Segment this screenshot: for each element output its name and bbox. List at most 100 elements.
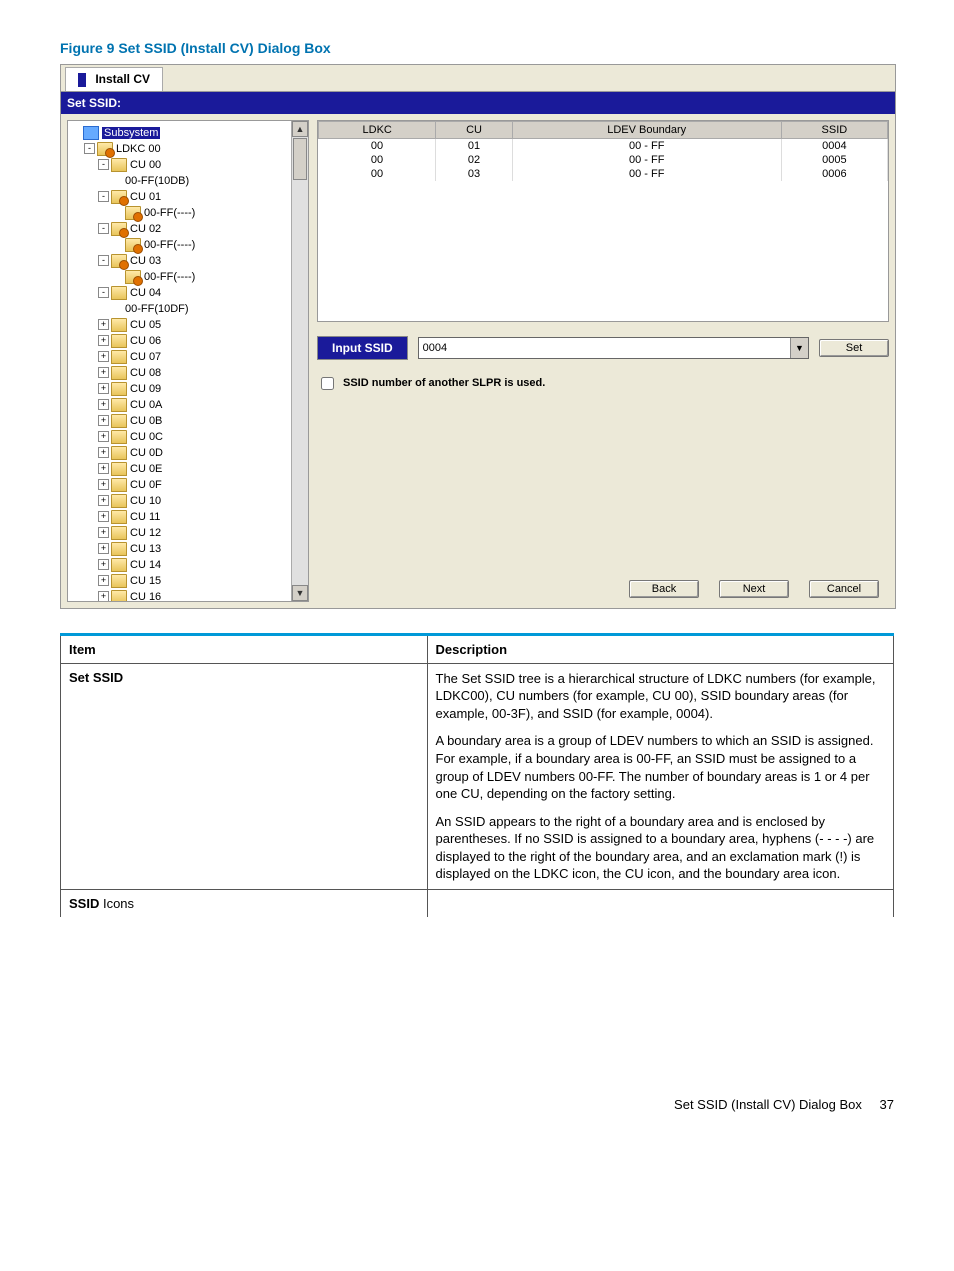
folder-icon (111, 558, 127, 572)
grid-header[interactable]: SSID (781, 121, 887, 138)
ssid-grid[interactable]: LDKCCULDEV BoundarySSID 000100 - FF00040… (317, 120, 889, 322)
grid-header[interactable]: CU (436, 121, 512, 138)
back-button[interactable]: Back (629, 580, 699, 598)
dialog-title-tab: Install CV (65, 67, 163, 91)
tree-item[interactable]: +CU 11 (70, 509, 306, 525)
grid-row[interactable]: 000300 - FF0006 (319, 167, 888, 181)
tree-item[interactable]: + CU 09 (70, 381, 306, 397)
tree-item[interactable]: + CU 15 (70, 573, 306, 589)
next-button[interactable]: Next (719, 580, 789, 598)
expand-icon[interactable]: + (98, 559, 109, 570)
tree-item[interactable]: 00-FF(----) (70, 237, 306, 253)
tree-item[interactable]: +CU 13 (70, 541, 306, 557)
tree-item[interactable]: 00-FF(10DF) (70, 301, 306, 317)
collapse-icon[interactable]: - (98, 223, 109, 234)
expand-icon[interactable]: + (98, 351, 109, 362)
collapse-icon[interactable]: - (98, 287, 109, 298)
expand-icon[interactable]: + (98, 543, 109, 554)
desc-description (427, 889, 893, 917)
expand-icon[interactable]: + (98, 479, 109, 490)
tree-item-label: CU 06 (130, 335, 161, 347)
expand-icon[interactable]: + (98, 383, 109, 394)
expand-icon[interactable]: + (98, 367, 109, 378)
tree-item[interactable]: -CU 00 (70, 157, 306, 173)
footer-text: Set SSID (Install CV) Dialog Box (674, 1097, 862, 1112)
tree-scrollbar[interactable]: ▲ ▼ (291, 121, 308, 601)
tree-item-label: 00-FF(10DF) (125, 303, 189, 315)
ssid-combobox[interactable]: ▼ (418, 337, 809, 359)
desc-item: Set SSID (61, 663, 428, 889)
expand-icon[interactable]: + (98, 431, 109, 442)
expand-icon[interactable]: + (98, 495, 109, 506)
tree-item[interactable]: +CU 0F (70, 477, 306, 493)
tree-item[interactable]: + CU 06 (70, 333, 306, 349)
collapse-icon[interactable]: - (98, 191, 109, 202)
grid-header[interactable]: LDEV Boundary (512, 121, 781, 138)
ssid-input[interactable] (419, 338, 790, 358)
scroll-up-icon[interactable]: ▲ (292, 121, 308, 137)
collapse-icon[interactable]: - (84, 143, 95, 154)
tree-item[interactable]: Subsystem (70, 125, 306, 141)
cancel-button[interactable]: Cancel (809, 580, 879, 598)
tree-item[interactable]: + CU 0A (70, 397, 306, 413)
tree-item-label: CU 0A (130, 399, 162, 411)
footer-page: 37 (880, 1097, 894, 1112)
tree-item[interactable]: 00-FF(----) (70, 205, 306, 221)
tree-item-label: CU 15 (130, 575, 161, 587)
collapse-icon[interactable]: - (98, 255, 109, 266)
tree-item[interactable]: -CU 01 (70, 189, 306, 205)
tree-item[interactable]: -CU 02 (70, 221, 306, 237)
tree-item[interactable]: - LDKC 00 (70, 141, 306, 157)
expand-icon[interactable]: + (98, 463, 109, 474)
ssid-tree[interactable]: Subsystem-LDKC 00-CU 0000-FF(10DB)-CU 01… (67, 120, 309, 602)
tree-item[interactable]: - CU 03 (70, 253, 306, 269)
tree-item[interactable]: +CU 05 (70, 317, 306, 333)
chevron-down-icon[interactable]: ▼ (790, 338, 808, 358)
tree-item-label: Subsystem (102, 127, 160, 139)
expand-icon[interactable]: + (98, 447, 109, 458)
tree-item[interactable]: +CU 0B (70, 413, 306, 429)
tree-item-label: LDKC 00 (116, 143, 161, 155)
folder-icon (111, 350, 127, 364)
scroll-thumb[interactable] (293, 138, 307, 180)
scroll-down-icon[interactable]: ▼ (292, 585, 308, 601)
expand-icon[interactable]: + (98, 511, 109, 522)
folder-icon (125, 270, 141, 284)
expand-icon[interactable]: + (98, 319, 109, 330)
folder-icon (111, 542, 127, 556)
expand-icon[interactable]: + (98, 575, 109, 586)
tree-item[interactable]: +CU 07 (70, 349, 306, 365)
desc-header-item: Item (61, 634, 428, 663)
tree-item-label: CU 03 (130, 255, 161, 267)
figure-caption: Figure 9 Set SSID (Install CV) Dialog Bo… (60, 40, 894, 56)
grid-header[interactable]: LDKC (319, 121, 436, 138)
tree-item[interactable]: +CU 10 (70, 493, 306, 509)
grid-cell: 00 (319, 138, 436, 153)
tree-item[interactable]: +CU 16 (70, 589, 306, 601)
grid-row[interactable]: 000200 - FF0005 (319, 153, 888, 167)
tree-item[interactable]: +CU 14 (70, 557, 306, 573)
tree-item[interactable]: +CU 0E (70, 461, 306, 477)
tree-item[interactable]: +CU 0D (70, 445, 306, 461)
expand-icon[interactable]: + (98, 399, 109, 410)
folder-icon (111, 462, 127, 476)
tree-item-label: CU 09 (130, 383, 161, 395)
tree-item[interactable]: -CU 04 (70, 285, 306, 301)
tree-item[interactable]: +CU 08 (70, 365, 306, 381)
grid-cell: 00 (319, 153, 436, 167)
expand-icon[interactable]: + (98, 591, 109, 601)
grid-cell: 0005 (781, 153, 887, 167)
tree-item[interactable]: +CU 12 (70, 525, 306, 541)
expand-icon[interactable]: + (98, 335, 109, 346)
expand-icon[interactable]: + (98, 527, 109, 538)
expand-icon[interactable]: + (98, 415, 109, 426)
set-button[interactable]: Set (819, 339, 889, 357)
tree-item[interactable]: + CU 0C (70, 429, 306, 445)
collapse-icon[interactable]: - (98, 159, 109, 170)
tree-item[interactable]: 00-FF(10DB) (70, 173, 306, 189)
grid-row[interactable]: 000100 - FF0004 (319, 138, 888, 153)
another-slpr-checkbox[interactable] (321, 377, 334, 390)
tree-item[interactable]: 00-FF(----) (70, 269, 306, 285)
tree-item-label: CU 0C (130, 431, 163, 443)
folder-icon (111, 574, 127, 588)
